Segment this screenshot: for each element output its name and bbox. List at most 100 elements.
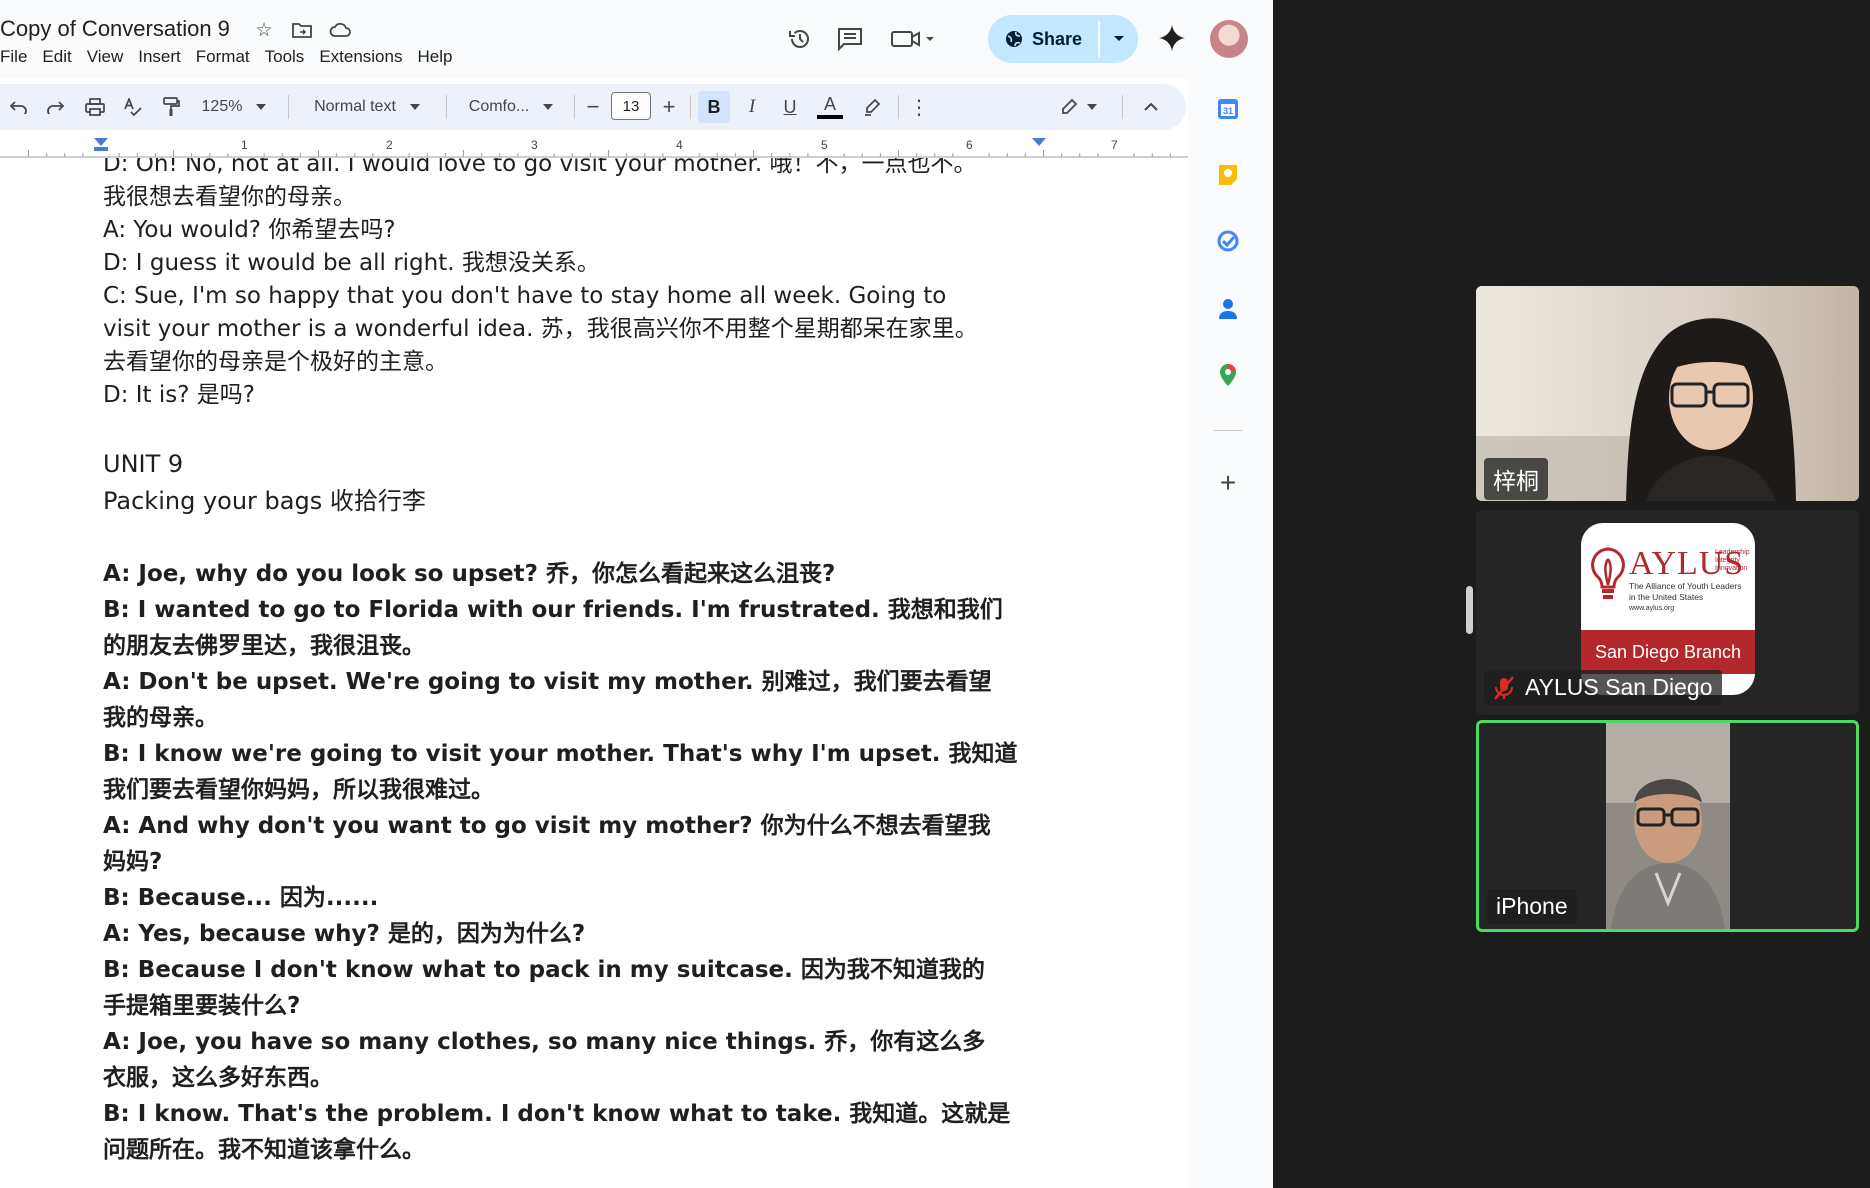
toolbar-divider — [898, 95, 899, 119]
document-body[interactable]: D: Oh! No, not at all. I would love to g… — [103, 158, 1043, 1168]
google-docs-window: Copy of Conversation 9 ☆ File Edit View … — [0, 0, 1273, 1188]
decrease-font-size-button[interactable]: − — [580, 91, 606, 123]
increase-font-size-button[interactable]: + — [656, 91, 682, 123]
document-page[interactable]: D: Oh! No, not at all. I would love to g… — [0, 158, 1188, 1188]
video-call-panel: 梓桐 AYLUS Leadership Integrity Innovation… — [1273, 0, 1870, 1188]
text-line[interactable]: A: And why don't you want to go visit my… — [103, 808, 1043, 844]
text-line[interactable]: 我很想去看望你的母亲。 — [103, 181, 1043, 214]
redo-icon[interactable] — [40, 91, 70, 123]
text-line[interactable]: 的朋友去佛罗里达，我很沮丧。 — [103, 628, 1043, 664]
undo-icon[interactable] — [4, 91, 34, 123]
panel-resize-handle[interactable] — [1466, 586, 1473, 634]
left-indent-marker[interactable] — [94, 138, 108, 146]
caret-down-icon — [409, 104, 420, 110]
ruler-number: 6 — [966, 138, 973, 152]
participant-video-tile[interactable]: 梓桐 — [1476, 286, 1859, 501]
zoom-value: 125% — [201, 98, 243, 115]
svg-text:31: 31 — [1223, 106, 1233, 116]
text-line[interactable]: 我的母亲。 — [103, 700, 1043, 736]
print-icon[interactable] — [80, 91, 110, 123]
unit-subtitle[interactable]: Packing your bags 收拾行李 — [103, 483, 1043, 520]
text-line[interactable]: A: Don't be upset. We're going to visit … — [103, 664, 1043, 700]
text-line[interactable]: A: Yes, because why? 是的，因为为什么? — [103, 916, 1043, 952]
version-history-icon[interactable] — [780, 19, 820, 59]
text-line[interactable]: A: Joe, you have so many clothes, so man… — [103, 1024, 1043, 1060]
menu-view[interactable]: View — [87, 47, 132, 67]
menu-file[interactable]: File — [0, 47, 35, 67]
meet-camera-icon[interactable] — [886, 19, 942, 59]
aylus-branch-banner: San Diego Branch — [1581, 630, 1755, 674]
star-icon[interactable]: ☆ — [252, 18, 276, 42]
maps-icon[interactable] — [1215, 362, 1241, 388]
unit-heading[interactable]: UNIT 9 — [103, 446, 1043, 483]
bold-button[interactable]: B — [698, 91, 730, 123]
calendar-icon[interactable]: 31 — [1215, 96, 1241, 122]
text-line[interactable]: 手提箱里要装什么? — [103, 988, 1043, 1024]
aylus-taglines: Leadership Integrity Innovation — [1715, 549, 1750, 573]
menu-extensions[interactable]: Extensions — [319, 47, 410, 67]
font-size-input[interactable]: 13 — [611, 92, 651, 120]
tagline: Integrity — [1715, 557, 1740, 564]
contacts-icon[interactable] — [1215, 296, 1241, 322]
first-line-indent-marker[interactable] — [94, 147, 108, 151]
get-add-ons-plus-icon[interactable]: + — [1215, 467, 1241, 498]
text-line[interactable]: 去看望你的母亲是个极好的主意。 — [103, 346, 1043, 379]
text-line[interactable]: A: You would? 你希望去吗? — [103, 214, 1043, 247]
paint-format-icon[interactable] — [156, 91, 186, 123]
right-indent-marker[interactable] — [1032, 138, 1046, 146]
share-button-group: Share — [988, 15, 1138, 63]
share-options-dropdown[interactable] — [1100, 15, 1138, 63]
underline-button[interactable]: U — [774, 91, 806, 123]
text-line[interactable]: A: Joe, why do you look so upset? 乔，你怎么看… — [103, 556, 1043, 592]
editing-mode-select[interactable] — [1052, 91, 1104, 123]
highlight-pen-icon[interactable] — [856, 91, 888, 123]
menu-tools[interactable]: Tools — [265, 47, 313, 67]
text-line[interactable]: 衣服，这么多好东西。 — [103, 1060, 1043, 1096]
menu-help[interactable]: Help — [417, 47, 460, 67]
participant-video-feed — [1606, 723, 1730, 929]
collapse-menus-icon[interactable] — [1136, 91, 1166, 123]
document-title[interactable]: Copy of Conversation 9 — [0, 16, 230, 42]
text-line[interactable]: visit your mother is a wonderful idea. 苏… — [103, 313, 1043, 346]
globe-icon — [1005, 31, 1022, 47]
active-speaker-video-tile[interactable]: iPhone — [1476, 720, 1859, 932]
text-color-button[interactable]: A — [814, 91, 846, 123]
aylus-full-name: The Alliance of Youth Leaders in the Uni… — [1629, 581, 1741, 614]
share-button[interactable]: Share — [988, 15, 1098, 63]
more-options-icon[interactable]: ⋮ — [906, 91, 932, 123]
text-line[interactable]: D: It is? 是吗? — [103, 379, 1043, 412]
ruler-number: 3 — [531, 138, 538, 152]
gemini-sparkle-icon[interactable] — [1152, 18, 1192, 58]
cloud-status-icon[interactable] — [328, 18, 352, 42]
move-folder-icon[interactable] — [290, 18, 314, 42]
menu-insert[interactable]: Insert — [138, 47, 189, 67]
text-line[interactable]: 我们要去看望你妈妈，所以我很难过。 — [103, 772, 1043, 808]
text-line[interactable]: B: Because I don't know what to pack in … — [103, 952, 1043, 988]
menu-edit[interactable]: Edit — [42, 47, 79, 67]
text-line[interactable]: C: Sue, I'm so happy that you don't have… — [103, 280, 1043, 313]
comments-icon[interactable] — [830, 19, 870, 59]
text-line[interactable]: B: Because... 因为...... — [103, 880, 1043, 916]
spellcheck-icon[interactable] — [118, 91, 148, 123]
text-line[interactable]: 问题所在。我不知道该拿什么。 — [103, 1132, 1043, 1168]
text-line[interactable]: D: I guess it would be all right. 我想没关系。 — [103, 247, 1043, 280]
text-line[interactable]: 妈妈? — [103, 844, 1043, 880]
italic-button[interactable]: I — [736, 91, 768, 123]
participant-name: iPhone — [1487, 889, 1577, 924]
font-family-select[interactable]: Comfo... — [460, 91, 562, 123]
text-line[interactable]: B: I know. That's the problem. I don't k… — [103, 1096, 1043, 1132]
text-line[interactable]: B: I wanted to go to Florida with our fr… — [103, 592, 1043, 628]
text-line[interactable]: D: Oh! No, not at all. I would love to g… — [103, 158, 1043, 181]
keep-icon[interactable] — [1215, 162, 1241, 188]
zoom-select[interactable]: 125% — [196, 91, 272, 123]
paragraph-style-select[interactable]: Normal text — [302, 91, 432, 123]
menu-format[interactable]: Format — [196, 47, 258, 67]
ruler[interactable]: 1 2 3 4 5 6 7 — [0, 136, 1188, 159]
participant-avatar-tile[interactable]: AYLUS Leadership Integrity Innovation Th… — [1476, 510, 1859, 715]
toolbar-divider — [574, 95, 575, 119]
tasks-icon[interactable] — [1215, 228, 1241, 254]
user-avatar[interactable] — [1210, 20, 1248, 58]
text-line[interactable]: B: I know we're going to visit your moth… — [103, 736, 1043, 772]
caret-down-icon — [1114, 36, 1124, 41]
ruler-number: 2 — [386, 138, 393, 152]
